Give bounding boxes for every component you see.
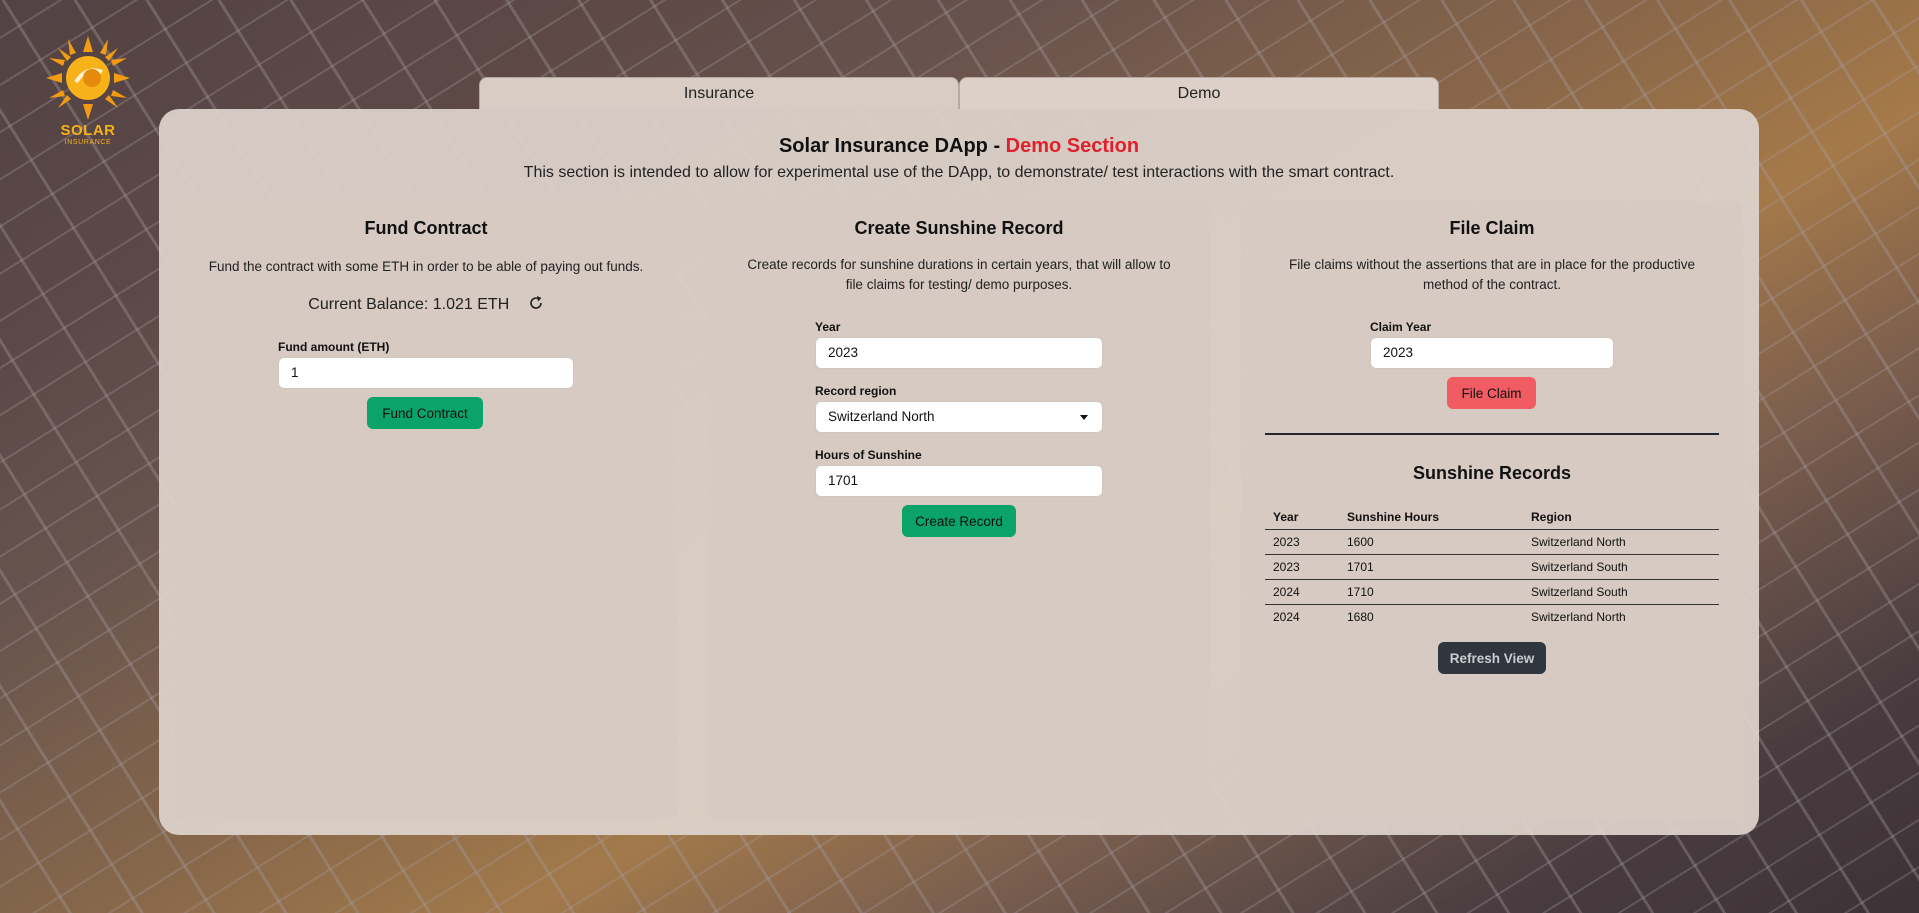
record-region-value: Switzerland North — [828, 409, 935, 424]
file-claim-card: File Claim File claims without the asser… — [1241, 201, 1743, 819]
tab-demo[interactable]: Demo — [959, 77, 1439, 109]
cell-region: Switzerland North — [1531, 610, 1626, 624]
create-record-title: Create Sunshine Record — [854, 218, 1064, 238]
table-row: 2024 1680 Switzerland North — [1265, 605, 1719, 630]
column-header-sunshine-hours: Sunshine Hours — [1339, 504, 1523, 530]
create-record-description: Create records for sunshine durations in… — [747, 257, 1171, 292]
fund-contract-button[interactable]: Fund Contract — [367, 397, 483, 429]
fund-contract-description: Fund the contract with some ETH in order… — [208, 259, 644, 274]
table-row: 2023 1701 Switzerland South — [1265, 554, 1719, 580]
record-region-select[interactable]: Switzerland North — [815, 401, 1103, 433]
chevron-down-icon — [1080, 415, 1088, 420]
cell-region: Switzerland South — [1523, 554, 1719, 580]
section-divider — [1265, 433, 1719, 435]
claim-year-label: Claim Year — [1370, 320, 1432, 334]
refresh-balance-icon[interactable] — [528, 295, 544, 311]
table-header-row: Year Sunshine Hours Region — [1265, 504, 1719, 530]
refresh-view-button[interactable]: Refresh View — [1438, 642, 1546, 674]
hours-of-sunshine-input[interactable]: 1701 — [815, 465, 1103, 497]
cell-sunshine-hours: 1600 — [1339, 529, 1523, 555]
cell-year: 2023 — [1265, 529, 1339, 555]
page-title: Solar Insurance DApp - Demo Section — [159, 135, 1759, 158]
demo-panel: Solar Insurance DApp - Demo Section This… — [159, 109, 1759, 835]
cell-year: 2024 — [1273, 610, 1300, 624]
file-claim-title: File Claim — [1449, 218, 1535, 238]
file-claim-description: File claims without the assertions that … — [1289, 257, 1695, 292]
year-input[interactable]: 2023 — [815, 337, 1103, 369]
file-claim-button[interactable]: File Claim — [1447, 377, 1536, 409]
sunshine-records-title: Sunshine Records — [1412, 463, 1572, 483]
fund-contract-title: Fund Contract — [364, 218, 488, 238]
fund-amount-input[interactable]: 1 — [278, 357, 574, 389]
column-header-year: Year — [1265, 504, 1339, 530]
logo-subtitle: INSURANCE — [64, 139, 112, 146]
solar-insurance-logo: SOLAR INSURANCE — [42, 36, 134, 152]
table-row: 2024 1710 Switzerland South — [1265, 579, 1719, 605]
tab-bar: Insurance Demo — [479, 77, 1439, 109]
page-title-accent: Demo Section — [1005, 135, 1140, 157]
fund-amount-label: Fund amount (ETH) — [278, 340, 390, 354]
current-balance: Current Balance: 1.021 ETH — [175, 295, 677, 314]
cell-year: 2023 — [1265, 554, 1339, 580]
fund-contract-card: Fund Contract Fund the contract with som… — [175, 201, 677, 819]
record-region-label: Record region — [815, 384, 897, 398]
cell-sunshine-hours: 1710 — [1339, 579, 1523, 605]
claim-year-input[interactable]: 2023 — [1370, 337, 1614, 369]
logo-wordmark: SOLAR — [60, 122, 116, 139]
sunshine-records-table: Year Sunshine Hours Region 2023 1600 Swi… — [1265, 504, 1719, 629]
page-subtitle: This section is intended to allow for ex… — [523, 164, 1395, 181]
year-label: Year — [815, 320, 841, 334]
create-sunshine-record-card: Create Sunshine Record Create records fo… — [708, 201, 1210, 819]
table-row: 2023 1600 Switzerland North — [1265, 529, 1719, 555]
cell-region: Switzerland North — [1523, 529, 1719, 555]
cell-year: 2024 — [1265, 579, 1339, 605]
column-header-region: Region — [1523, 504, 1719, 530]
hours-of-sunshine-label: Hours of Sunshine — [815, 448, 922, 462]
sun-icon — [46, 36, 130, 120]
cell-region: Switzerland South — [1523, 579, 1719, 605]
tab-insurance[interactable]: Insurance — [479, 77, 959, 109]
cell-sunshine-hours: 1680 — [1347, 610, 1374, 624]
cell-sunshine-hours: 1701 — [1339, 554, 1523, 580]
create-record-button[interactable]: Create Record — [902, 505, 1016, 537]
page-title-prefix: Solar Insurance DApp - — [778, 135, 1006, 157]
balance-text: Current Balance: 1.021 ETH — [308, 296, 510, 313]
